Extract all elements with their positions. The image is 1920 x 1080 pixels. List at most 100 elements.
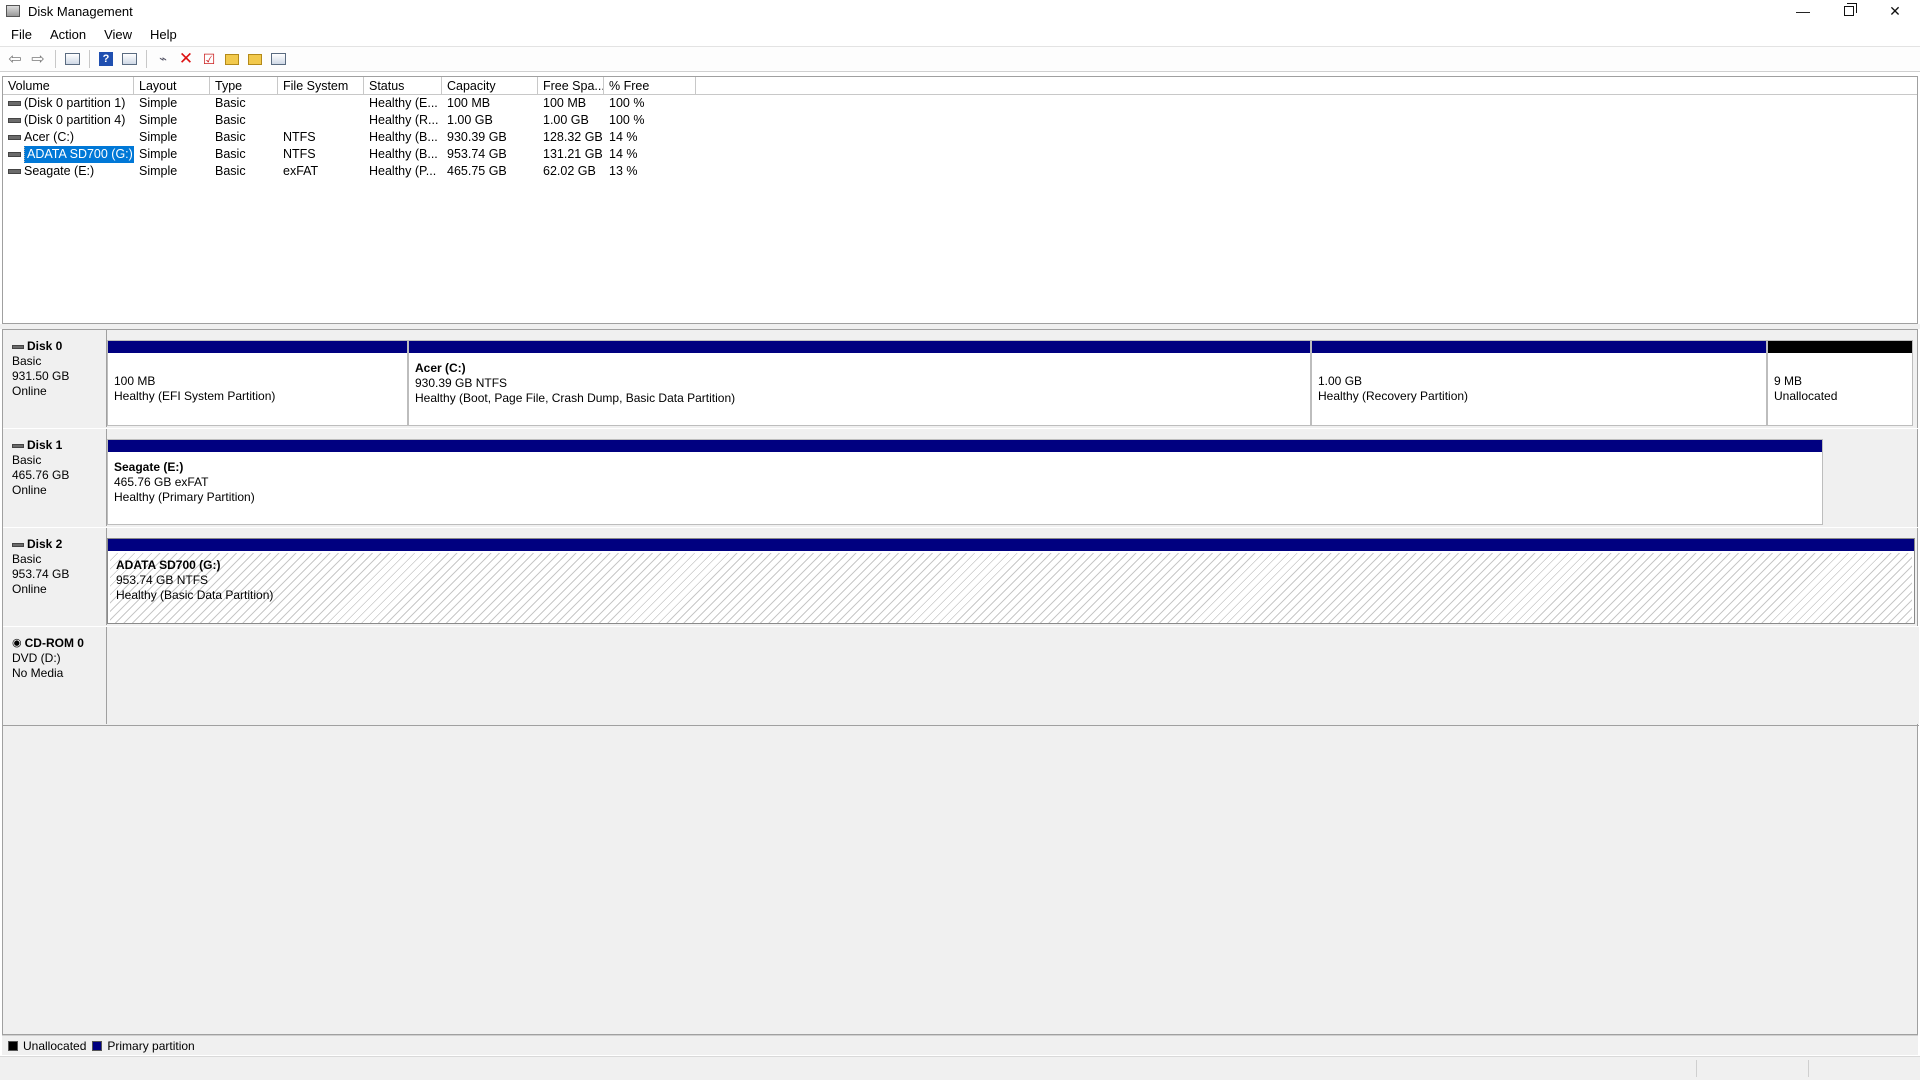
help-button[interactable]: ? bbox=[95, 49, 117, 69]
volume-percent-free: 100 % bbox=[609, 96, 645, 110]
volume-free-space: 1.00 GB bbox=[543, 113, 589, 127]
disk-info[interactable]: Disk 0 Basic 931.50 GB Online bbox=[3, 330, 107, 427]
restore-button[interactable] bbox=[1826, 0, 1872, 22]
menu-action[interactable]: Action bbox=[41, 27, 95, 42]
column-header-capacity[interactable]: Capacity bbox=[442, 77, 538, 94]
partition[interactable]: 1.00 GB Healthy (Recovery Partition) bbox=[1311, 340, 1767, 426]
drive-icon bbox=[8, 169, 21, 174]
disk-management-icon bbox=[6, 5, 20, 17]
partition[interactable]: Acer (C:) 930.39 GB NTFS Healthy (Boot, … bbox=[408, 340, 1311, 426]
column-header-status[interactable]: Status bbox=[364, 77, 442, 94]
volume-name: Acer (C:) bbox=[24, 130, 74, 144]
partition-status: Healthy (Primary Partition) bbox=[114, 490, 255, 504]
volume-capacity: 930.39 GB bbox=[447, 130, 507, 144]
volume-layout: Simple bbox=[139, 147, 178, 161]
table-row-selected[interactable]: ADATA SD700 (G:) Simple Basic NTFS Healt… bbox=[3, 146, 1917, 163]
partition-size: 930.39 GB NTFS bbox=[415, 376, 508, 390]
forward-button[interactable]: ⇨ bbox=[27, 49, 49, 69]
close-button[interactable]: ✕ bbox=[1872, 0, 1918, 22]
legend-label: Primary partition bbox=[107, 1038, 195, 1053]
back-button[interactable]: ⇦ bbox=[4, 49, 26, 69]
column-header-file-system[interactable]: File System bbox=[278, 77, 364, 94]
disk-row: Disk 2 Basic 953.74 GB Online ADATA SD70… bbox=[3, 528, 1919, 627]
drive-icon bbox=[8, 152, 21, 157]
partition[interactable]: Seagate (E:) 465.76 GB exFAT Healthy (Pr… bbox=[107, 439, 1823, 525]
drive-icon bbox=[12, 542, 24, 547]
partition-status: Unallocated bbox=[1774, 389, 1838, 403]
folder-up-button[interactable] bbox=[221, 49, 243, 69]
delete-button[interactable]: ✕ bbox=[175, 49, 197, 69]
disk-size: 931.50 GB bbox=[12, 369, 70, 383]
menu-bar: File Action View Help bbox=[0, 24, 1920, 44]
partition-size: 9 MB bbox=[1774, 374, 1803, 388]
volume-status: Healthy (B... bbox=[369, 130, 438, 144]
window-title: Disk Management bbox=[28, 3, 133, 19]
partition-bar bbox=[1768, 341, 1912, 353]
volume-file-system bbox=[278, 112, 364, 129]
volume-percent-free: 13 % bbox=[609, 164, 638, 178]
check-icon: ☑ bbox=[202, 50, 216, 67]
properties-button[interactable] bbox=[61, 49, 83, 69]
partition-bar bbox=[108, 539, 1914, 551]
volume-name: ADATA SD700 (G:) bbox=[24, 146, 134, 163]
delete-icon: ✕ bbox=[178, 49, 194, 68]
partition-bar bbox=[1312, 341, 1766, 353]
table-row[interactable]: (Disk 0 partition 1) Simple Basic Health… bbox=[3, 95, 1917, 112]
volume-percent-free: 14 % bbox=[609, 147, 638, 161]
partition-bar bbox=[108, 440, 1822, 452]
volume-status: Healthy (B... bbox=[369, 147, 438, 161]
back-icon: ⇦ bbox=[8, 51, 22, 68]
column-header-free-space[interactable]: Free Spa... bbox=[538, 77, 604, 94]
partition-name: ADATA SD700 (G:) bbox=[116, 558, 221, 572]
volume-list[interactable]: Volume Layout Type File System Status Ca… bbox=[2, 76, 1918, 324]
drive-icon bbox=[8, 118, 21, 123]
toolbar: ⇦ ⇨ ? ⌁ ✕ ☑ bbox=[0, 46, 1920, 72]
volume-capacity: 100 MB bbox=[447, 96, 491, 110]
partition-size: 953.74 GB NTFS bbox=[116, 573, 209, 587]
partition-status: Healthy (Recovery Partition) bbox=[1318, 389, 1469, 403]
partition-status: Healthy (Boot, Page File, Crash Dump, Ba… bbox=[415, 391, 736, 405]
check-button[interactable]: ☑ bbox=[198, 49, 220, 69]
disk-kind: Basic bbox=[12, 552, 42, 566]
connect-button[interactable]: ⌁ bbox=[152, 49, 174, 69]
column-header-type[interactable]: Type bbox=[210, 77, 278, 94]
console-view-icon bbox=[121, 53, 137, 65]
volume-name: Seagate (E:) bbox=[24, 164, 95, 178]
folder-search-button[interactable] bbox=[244, 49, 266, 69]
volume-percent-free: 14 % bbox=[609, 130, 638, 144]
menu-file[interactable]: File bbox=[2, 27, 41, 42]
help-icon: ? bbox=[99, 52, 113, 66]
volume-name: (Disk 0 partition 4) bbox=[24, 113, 126, 127]
partition-selected[interactable]: ADATA SD700 (G:) 953.74 GB NTFS Healthy … bbox=[107, 538, 1915, 624]
volume-file-system: exFAT bbox=[283, 164, 319, 178]
disk-kind: Basic bbox=[12, 453, 42, 467]
table-row[interactable]: Seagate (E:) Simple Basic exFAT Healthy … bbox=[3, 163, 1917, 180]
volume-name: (Disk 0 partition 1) bbox=[24, 96, 126, 110]
partition-status: Healthy (EFI System Partition) bbox=[114, 389, 276, 403]
menu-view[interactable]: View bbox=[95, 27, 141, 42]
settings-button[interactable] bbox=[267, 49, 289, 69]
table-row[interactable]: (Disk 0 partition 4) Simple Basic Health… bbox=[3, 112, 1917, 129]
menu-help[interactable]: Help bbox=[141, 27, 186, 42]
unallocated-space[interactable]: 9 MB Unallocated bbox=[1767, 340, 1913, 426]
volume-list-header: Volume Layout Type File System Status Ca… bbox=[3, 77, 1917, 95]
legend-label: Unallocated bbox=[23, 1038, 87, 1053]
volume-file-system bbox=[278, 95, 364, 112]
partition[interactable]: 100 MB Healthy (EFI System Partition) bbox=[107, 340, 408, 426]
volume-free-space: 100 MB bbox=[543, 96, 587, 110]
table-row[interactable]: Acer (C:) Simple Basic NTFS Healthy (B..… bbox=[3, 129, 1917, 146]
column-header-layout[interactable]: Layout bbox=[134, 77, 210, 94]
column-header-percent-free[interactable]: % Free bbox=[604, 77, 696, 94]
drive-icon bbox=[12, 443, 24, 448]
disk-info[interactable]: Disk 1 Basic 465.76 GB Online bbox=[3, 429, 107, 526]
disk-info[interactable]: ◉ CD-ROM 0 DVD (D:) No Media bbox=[3, 627, 107, 724]
status-divider bbox=[1808, 1060, 1809, 1077]
minimize-button[interactable]: — bbox=[1780, 0, 1826, 22]
console-view-button[interactable] bbox=[118, 49, 140, 69]
column-header-volume[interactable]: Volume bbox=[3, 77, 134, 94]
drive-icon bbox=[8, 135, 21, 140]
partition-size: 100 MB bbox=[114, 374, 156, 388]
disk-info[interactable]: Disk 2 Basic 953.74 GB Online bbox=[3, 528, 107, 625]
partition-name: Seagate (E:) bbox=[114, 460, 184, 474]
status-divider bbox=[1696, 1060, 1697, 1077]
